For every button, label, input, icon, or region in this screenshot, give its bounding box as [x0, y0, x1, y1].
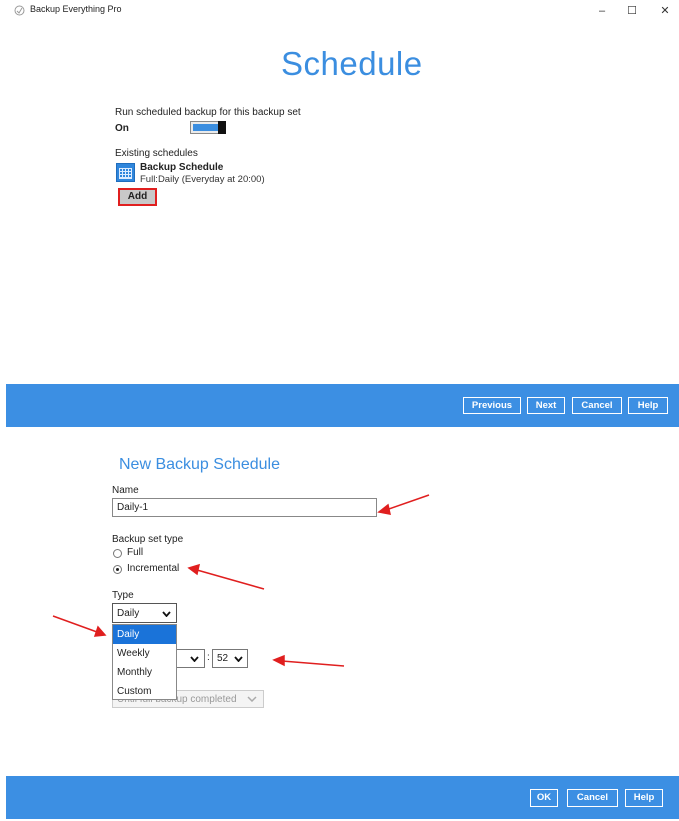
- arrow-icon: [187, 563, 265, 590]
- arrow-icon: [52, 615, 107, 637]
- arrow-icon: [272, 654, 345, 667]
- arrow-icon: [377, 494, 430, 515]
- annotation-arrows: [52, 494, 430, 667]
